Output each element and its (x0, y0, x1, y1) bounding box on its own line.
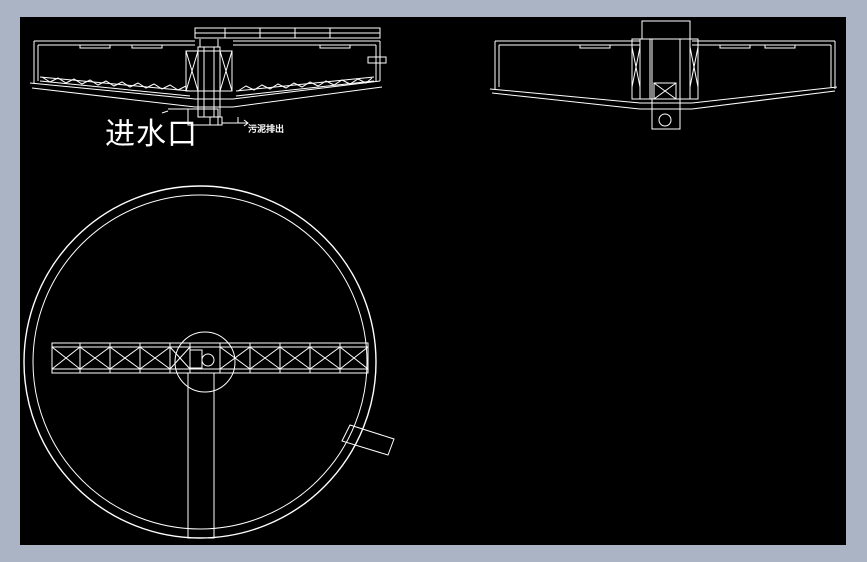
right-elevation-view (489, 20, 838, 130)
sludge-outlet-label: 污泥排出 (248, 125, 285, 135)
inlet-label: 进水口 (105, 117, 198, 152)
drawing-canvas[interactable]: 进水口 污泥排出 (20, 17, 846, 545)
cad-window-frame: 进水口 污泥排出 (0, 0, 867, 562)
cad-drawing (23, 20, 838, 539)
left-elevation-view (29, 27, 387, 127)
plan-view (23, 185, 395, 539)
